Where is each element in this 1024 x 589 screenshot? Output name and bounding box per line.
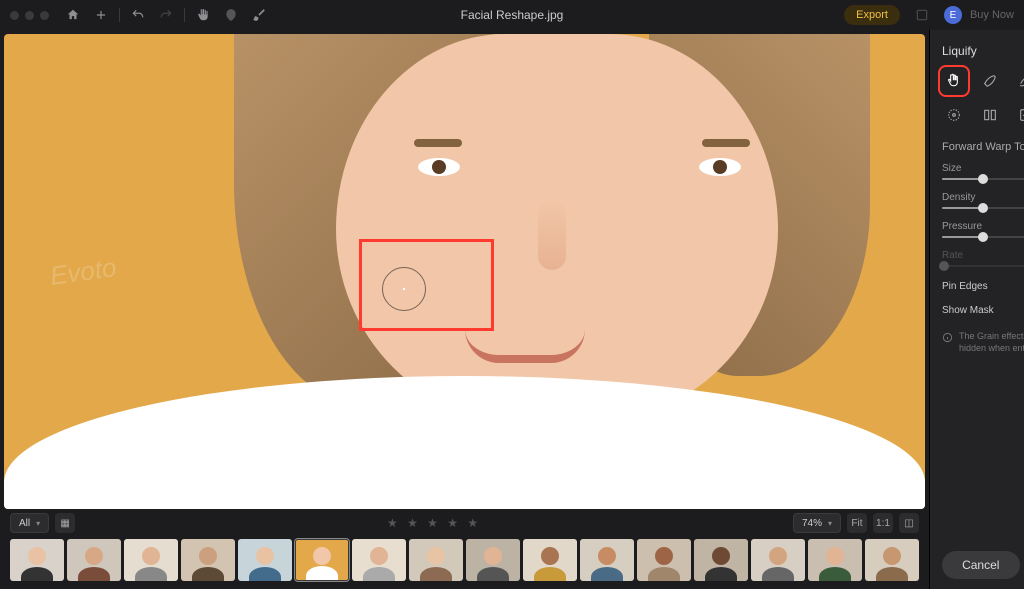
thumbnail-item[interactable] <box>352 539 406 581</box>
thumbnail-item[interactable] <box>238 539 292 581</box>
size-slider[interactable]: Size200 <box>942 163 1024 180</box>
thumbnail-strip[interactable] <box>4 537 925 585</box>
buy-now-button[interactable]: Buy Now <box>970 9 1014 21</box>
filter-dropdown[interactable]: All▾ <box>10 513 49 533</box>
zoom-dropdown[interactable]: 74%▾ <box>793 513 841 533</box>
info-note: The Grain effects will be temporarily hi… <box>942 331 1024 354</box>
export-button[interactable]: Export <box>844 5 900 25</box>
pressure-slider[interactable]: Pressure25 <box>942 221 1024 238</box>
cancel-button[interactable]: Cancel <box>942 551 1020 579</box>
redo-icon[interactable] <box>157 6 175 24</box>
thumbnail-item[interactable] <box>10 539 64 581</box>
liquify-panel: Liquify Forward Warp Tool Size200 Densit… <box>929 30 1024 589</box>
show-mask-toggle[interactable]: Show Mask <box>942 303 1024 317</box>
reconstruct-tool[interactable] <box>978 69 1002 93</box>
tool-section-title: Forward Warp Tool <box>942 141 1024 153</box>
undo-icon[interactable] <box>129 6 147 24</box>
fit-button[interactable]: Fit <box>847 513 867 533</box>
thumbnail-item[interactable] <box>637 539 691 581</box>
thumbnail-mode-button[interactable]: ▦ <box>55 513 75 533</box>
thumbnail-item[interactable] <box>523 539 577 581</box>
pin-edges-toggle[interactable]: Pin Edges <box>942 279 1024 293</box>
mask-tool-icon[interactable] <box>222 6 240 24</box>
thumbnail-item[interactable] <box>751 539 805 581</box>
thumbnail-item[interactable] <box>67 539 121 581</box>
freeze-mask-tool[interactable] <box>1014 103 1024 127</box>
thumbnail-item[interactable] <box>295 539 349 581</box>
user-avatar[interactable]: E <box>944 6 962 24</box>
thumbnail-item[interactable] <box>694 539 748 581</box>
panel-title: Liquify <box>942 44 977 58</box>
rating-stars[interactable]: ★ ★ ★ ★ ★ <box>387 516 481 530</box>
window-controls[interactable] <box>10 11 49 20</box>
pucker-tool[interactable] <box>942 103 966 127</box>
add-icon[interactable] <box>92 6 110 24</box>
brush-tool-icon[interactable] <box>250 6 268 24</box>
thumbnail-item[interactable] <box>409 539 463 581</box>
thumbnail-item[interactable] <box>466 539 520 581</box>
thumbnail-item[interactable] <box>181 539 235 581</box>
highlight-box <box>359 239 494 331</box>
thumbnail-item[interactable] <box>124 539 178 581</box>
image-canvas[interactable]: Evoto <box>4 34 925 509</box>
thumbnail-item[interactable] <box>865 539 919 581</box>
layout-toggle-button[interactable]: ◫ <box>899 513 919 533</box>
canvas-sub-toolbar: All▾ ▦ ★ ★ ★ ★ ★ 74%▾ Fit 1:1 ◫ <box>4 509 925 537</box>
hand-tool-icon[interactable] <box>194 6 212 24</box>
home-icon[interactable] <box>64 6 82 24</box>
thumbnail-item[interactable] <box>580 539 634 581</box>
rate-slider: Rate1 <box>942 250 1024 267</box>
density-slider[interactable]: Density25 <box>942 192 1024 209</box>
push-left-tool[interactable] <box>978 103 1002 127</box>
thumbnail-item[interactable] <box>808 539 862 581</box>
one-to-one-button[interactable]: 1:1 <box>873 513 893 533</box>
file-title: Facial Reshape.jpg <box>461 8 564 22</box>
compare-icon[interactable] <box>913 6 931 24</box>
forward-warp-tool[interactable] <box>942 69 966 93</box>
smooth-tool[interactable] <box>1014 69 1024 93</box>
